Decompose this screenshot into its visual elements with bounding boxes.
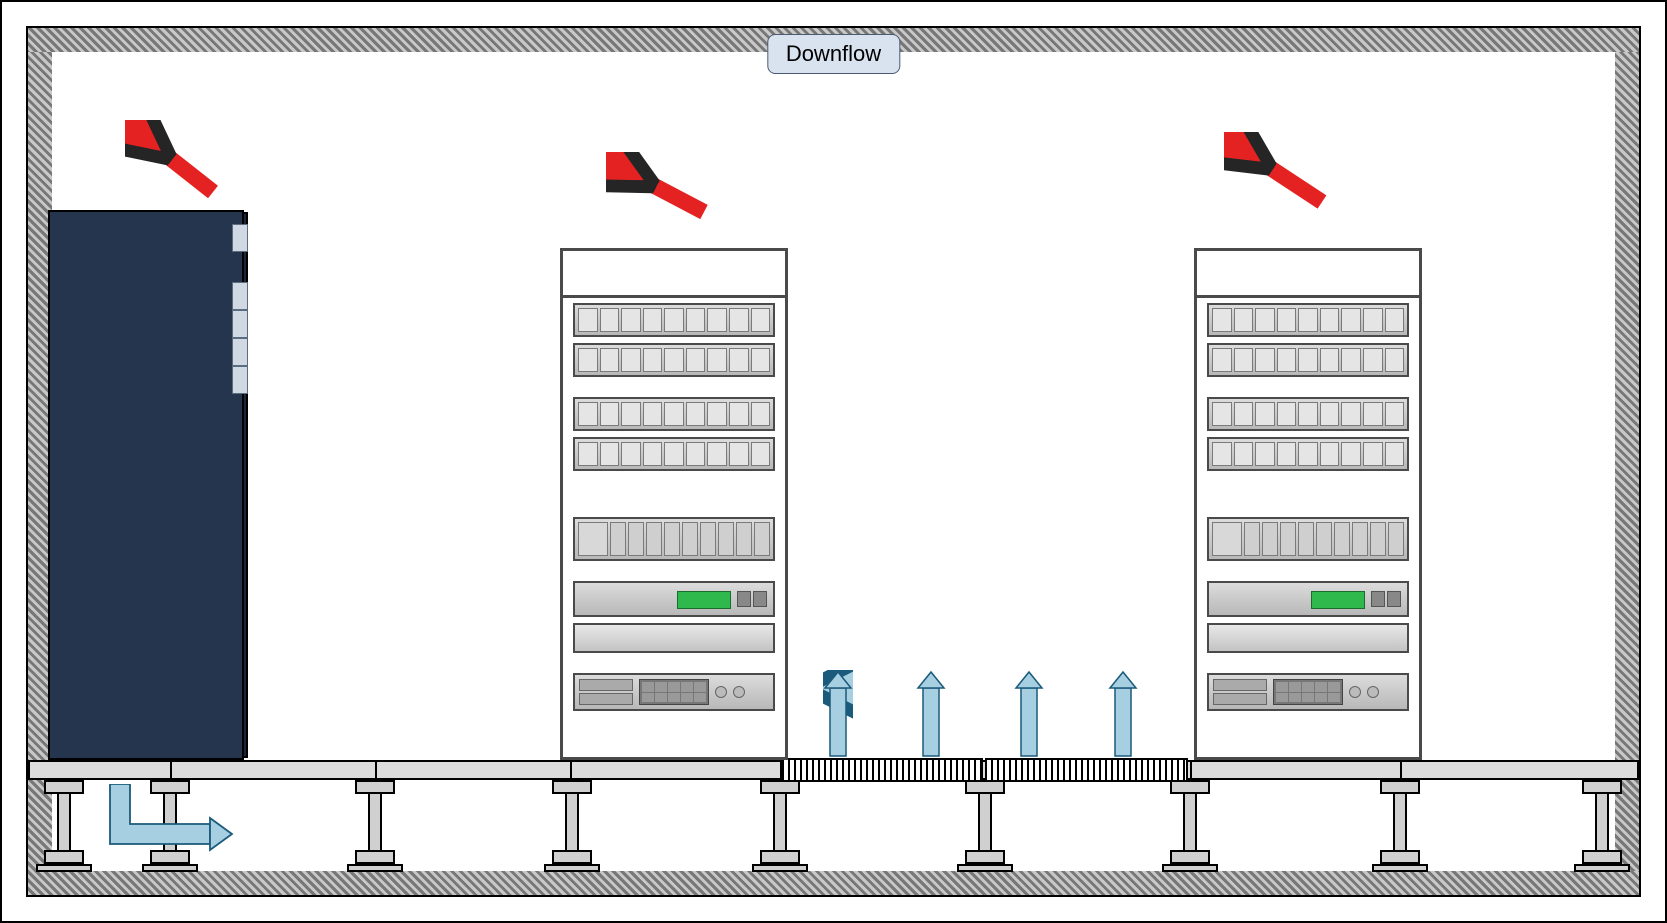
- power-led-icon: [1349, 686, 1361, 698]
- floor-panel-seam: [375, 760, 377, 780]
- blade-chassis: [573, 517, 775, 561]
- rack-top-frame: [563, 251, 785, 298]
- rack-spacer: [1207, 659, 1409, 667]
- floor-pedestal: [44, 780, 84, 880]
- disk-shelf: [573, 303, 775, 337]
- rack-spacer: [1207, 477, 1409, 511]
- crac-control-panel: [232, 338, 248, 366]
- blank-panel: [573, 623, 775, 653]
- floor-pedestal: [552, 780, 592, 880]
- server-control-panel: [639, 679, 709, 705]
- power-led-icon: [1367, 686, 1379, 698]
- disk-shelf: [573, 437, 775, 471]
- drive-bay: [1213, 679, 1267, 705]
- server-rack: [1194, 248, 1422, 760]
- floor-pedestal: [965, 780, 1005, 880]
- floor-pedestal: [1582, 780, 1622, 880]
- rack-spacer: [573, 383, 775, 391]
- perforated-tile: [985, 758, 1188, 782]
- floor-panel-seam: [570, 760, 572, 780]
- lcd-display-icon: [1311, 591, 1365, 609]
- floor-pedestal: [355, 780, 395, 880]
- blade-chassis: [1207, 517, 1409, 561]
- perforated-tile: [782, 758, 983, 782]
- power-led-icon: [715, 686, 727, 698]
- crac-unit: [48, 210, 244, 760]
- disk-shelf: [1207, 437, 1409, 471]
- crac-control-panel: [232, 310, 248, 338]
- drive-bay: [579, 679, 633, 705]
- rack-spacer: [573, 659, 775, 667]
- floor-pedestal: [1380, 780, 1420, 880]
- server-control-panel: [1273, 679, 1343, 705]
- floor-pedestal: [1170, 780, 1210, 880]
- diagram-title: Downflow: [767, 34, 900, 74]
- rack-spacer: [573, 567, 775, 575]
- crac-control-panel: [232, 282, 248, 310]
- rack-top-frame: [1197, 251, 1419, 298]
- rack-units: [573, 303, 775, 747]
- disk-shelf: [1207, 343, 1409, 377]
- server-rack: [560, 248, 788, 760]
- floor-panel-seam: [1400, 760, 1402, 780]
- power-led-icon: [733, 686, 745, 698]
- floor-pedestal: [760, 780, 800, 880]
- floor-pedestal: [150, 780, 190, 880]
- crac-control-panel: [232, 224, 248, 252]
- disk-shelf: [1207, 397, 1409, 431]
- rack-spacer: [1207, 567, 1409, 575]
- switch-buttons: [737, 591, 767, 607]
- disk-shelf: [573, 397, 775, 431]
- switch-buttons: [1371, 591, 1401, 607]
- blank-panel: [1207, 623, 1409, 653]
- server-1u: [573, 673, 775, 711]
- server-1u: [1207, 673, 1409, 711]
- network-switch: [1207, 581, 1409, 617]
- floor-panel-seam: [170, 760, 172, 780]
- disk-shelf: [1207, 303, 1409, 337]
- disk-shelf: [573, 343, 775, 377]
- rack-spacer: [1207, 383, 1409, 391]
- lcd-display-icon: [677, 591, 731, 609]
- floor-panel-seam: [1190, 760, 1192, 780]
- rack-spacer: [573, 477, 775, 511]
- crac-control-panel: [232, 366, 248, 394]
- network-switch: [573, 581, 775, 617]
- rack-units: [1207, 303, 1409, 747]
